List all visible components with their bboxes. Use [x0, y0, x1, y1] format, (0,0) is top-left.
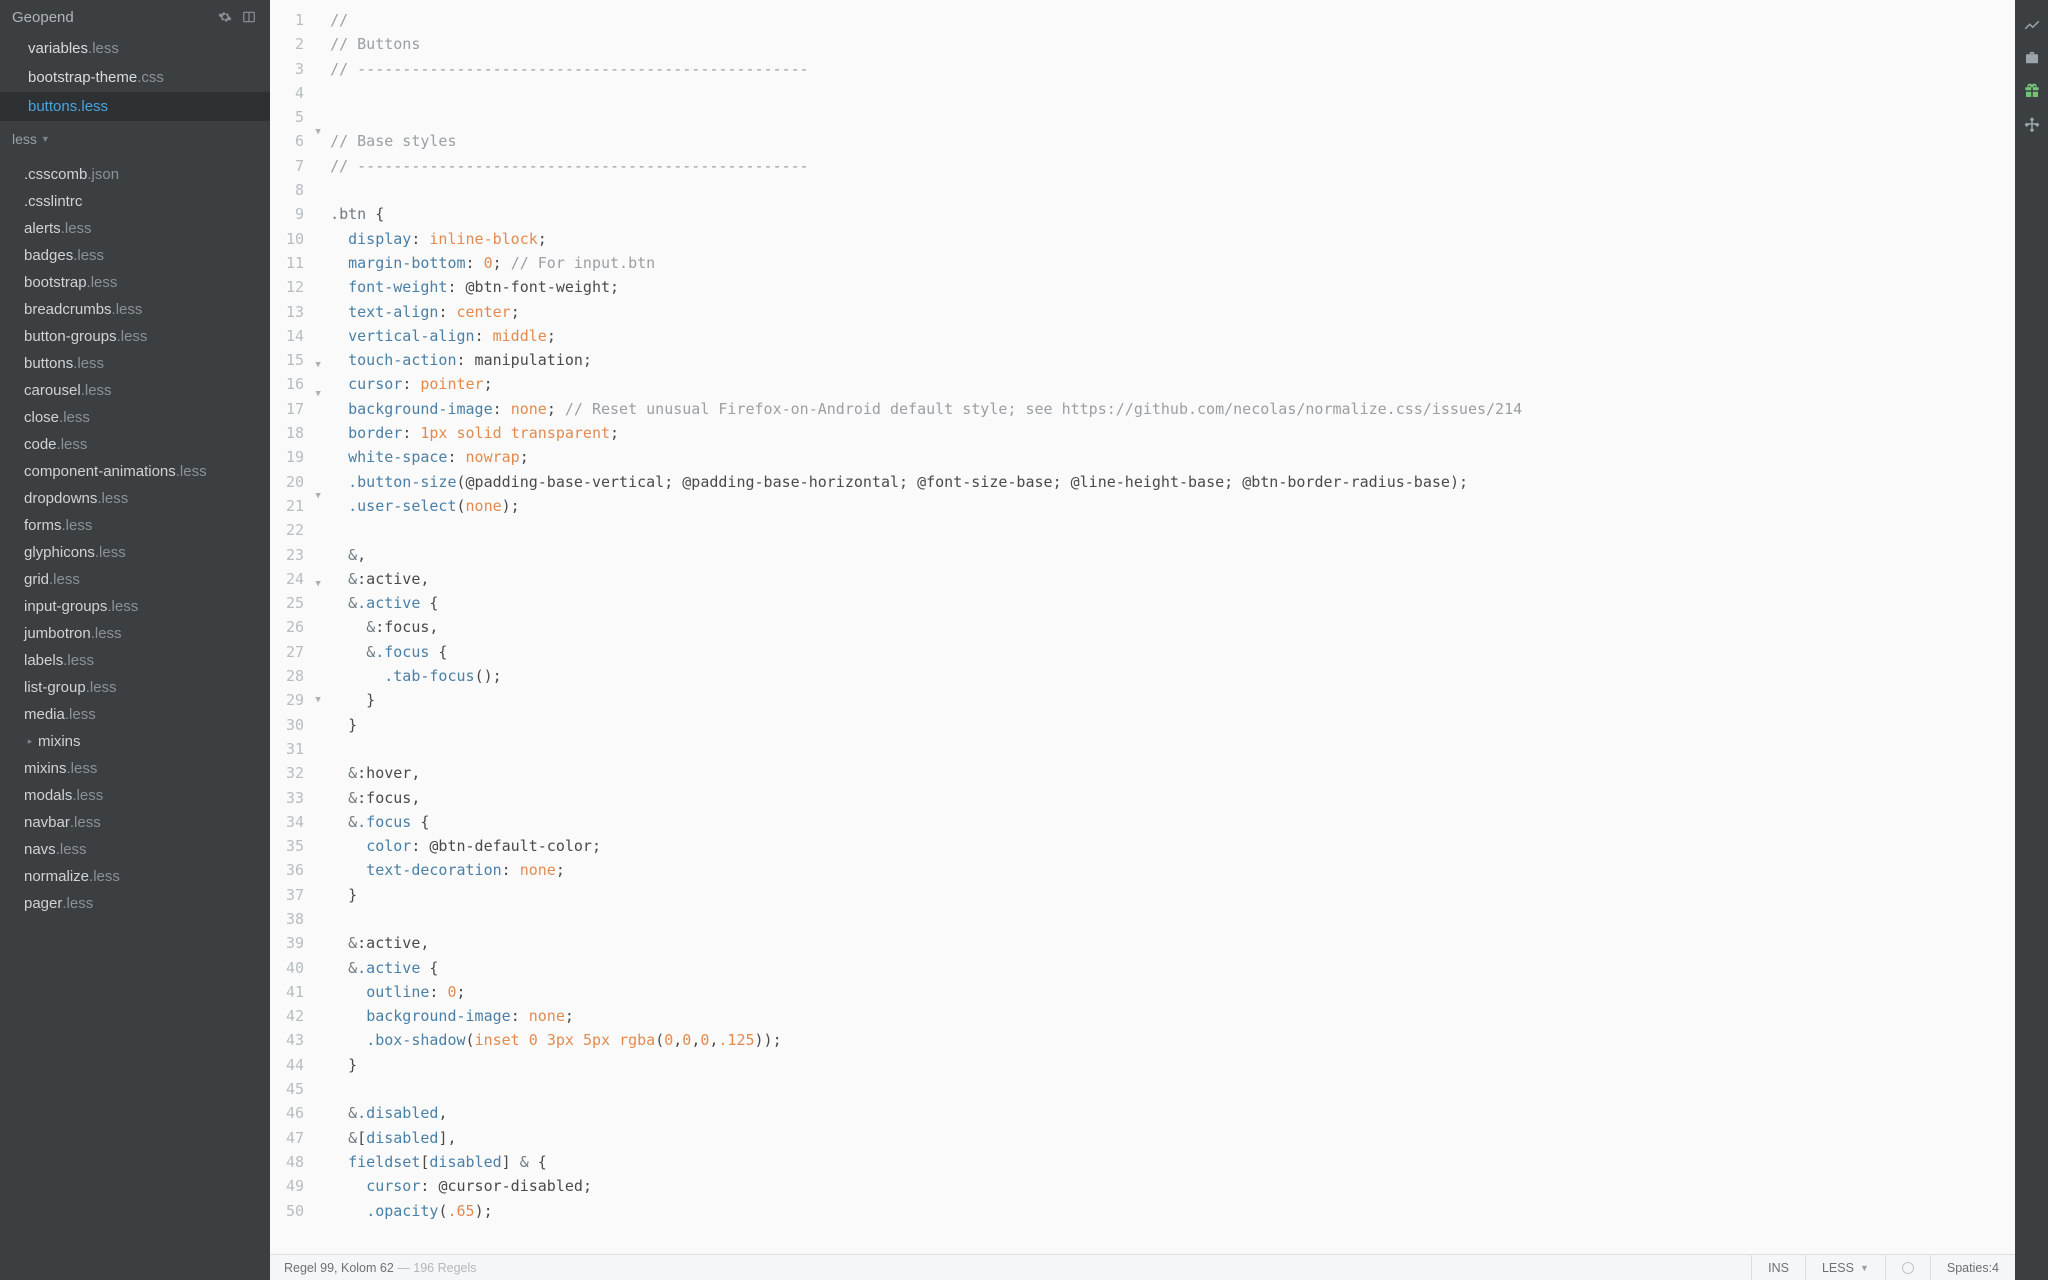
sb-col: 62	[380, 1261, 394, 1275]
status-bar: Regel 99, Kolom 62 — 196 Regels INS LESS…	[270, 1254, 2015, 1280]
fold-toggle-icon[interactable]: ▼	[312, 693, 324, 708]
status-circle-icon	[1902, 1262, 1914, 1274]
fold-toggle-icon[interactable]: ▼	[312, 358, 324, 373]
tree-file[interactable]: grid.less	[0, 566, 270, 593]
tree-file[interactable]: mixins.less	[0, 755, 270, 782]
open-file-item[interactable]: variables.less	[0, 34, 270, 63]
tree-file[interactable]: glyphicons.less	[0, 539, 270, 566]
tree-file[interactable]: bootstrap.less	[0, 269, 270, 296]
sb-spaces-value: 4	[1992, 1261, 1999, 1275]
tree-file[interactable]: component-animations.less	[0, 458, 270, 485]
tree-file[interactable]: badges.less	[0, 242, 270, 269]
sb-line: 99	[320, 1261, 334, 1275]
gear-icon[interactable]	[216, 8, 234, 26]
sb-text: , Kolom	[334, 1261, 380, 1275]
open-files-title: Geopend	[12, 9, 210, 26]
insert-mode-toggle[interactable]: INS	[1751, 1255, 1805, 1280]
tree-file[interactable]: alerts.less	[0, 215, 270, 242]
tree-file[interactable]: code.less	[0, 431, 270, 458]
tree-file[interactable]: pager.less	[0, 890, 270, 917]
status-indicator[interactable]	[1885, 1255, 1930, 1280]
code-editor[interactable]: 1234567891011121314151617181920212223242…	[270, 0, 2015, 1254]
extension-rail	[2015, 0, 2048, 1280]
editor-pane: 1234567891011121314151617181920212223242…	[270, 0, 2015, 1280]
tree-folder[interactable]: ▸mixins	[0, 728, 270, 755]
tree-file[interactable]: close.less	[0, 404, 270, 431]
chart-line-icon[interactable]	[2015, 8, 2048, 41]
tree-file[interactable]: modals.less	[0, 782, 270, 809]
tree-file[interactable]: navs.less	[0, 836, 270, 863]
sb-text: —	[394, 1261, 413, 1275]
tree-file[interactable]: button-groups.less	[0, 323, 270, 350]
tree-file[interactable]: carousel.less	[0, 377, 270, 404]
fold-gutter: ▼ ▼ ▼ ▼ ▼ ▼	[310, 0, 326, 1254]
tree-file[interactable]: .csscomb.json	[0, 161, 270, 188]
folder-header[interactable]: less ▼	[0, 121, 270, 157]
tree-file[interactable]: dropdowns.less	[0, 485, 270, 512]
fold-toggle-icon[interactable]: ▼	[312, 577, 324, 592]
code-content[interactable]: //// Buttons// -------------------------…	[326, 0, 2015, 1254]
open-files-header: Geopend	[0, 0, 270, 34]
tree-file[interactable]: input-groups.less	[0, 593, 270, 620]
tree-file[interactable]: media.less	[0, 701, 270, 728]
open-file-item[interactable]: buttons.less	[0, 92, 270, 121]
open-file-item[interactable]: bootstrap-theme.css	[0, 63, 270, 92]
fold-toggle-icon[interactable]: ▼	[312, 125, 324, 140]
sb-lang-label: LESS	[1822, 1261, 1854, 1275]
plugin-icon[interactable]	[2015, 107, 2048, 140]
chevron-down-icon: ▼	[1860, 1263, 1869, 1273]
folder-name: less	[12, 131, 37, 147]
sb-spaces-label: Spaties:	[1947, 1261, 1992, 1275]
sb-ins-label: INS	[1768, 1261, 1789, 1275]
chevron-right-icon: ▸	[24, 736, 36, 747]
line-numbers: 1234567891011121314151617181920212223242…	[270, 0, 310, 1254]
editor-gutters: 1234567891011121314151617181920212223242…	[270, 0, 326, 1254]
fold-toggle-icon[interactable]: ▼	[312, 489, 324, 504]
tree-file[interactable]: normalize.less	[0, 863, 270, 890]
cursor-position[interactable]: Regel 99, Kolom 62 — 196 Regels	[270, 1261, 1751, 1275]
tree-file[interactable]: buttons.less	[0, 350, 270, 377]
language-selector[interactable]: LESS ▼	[1805, 1255, 1885, 1280]
briefcase-icon[interactable]	[2015, 41, 2048, 74]
file-tree: .csscomb.json.csslintrcalerts.lessbadges…	[0, 161, 270, 1280]
gift-icon[interactable]	[2015, 74, 2048, 107]
chevron-down-icon: ▼	[41, 134, 50, 144]
tree-file[interactable]: jumbotron.less	[0, 620, 270, 647]
sb-total: 196 Regels	[413, 1261, 476, 1275]
open-files-list: variables.lessbootstrap-theme.cssbuttons…	[0, 34, 270, 121]
indentation-selector[interactable]: Spaties: 4	[1930, 1255, 2015, 1280]
tree-file[interactable]: navbar.less	[0, 809, 270, 836]
tree-file[interactable]: list-group.less	[0, 674, 270, 701]
tree-file[interactable]: .csslintrc	[0, 188, 270, 215]
tree-file[interactable]: breadcrumbs.less	[0, 296, 270, 323]
fold-toggle-icon[interactable]: ▼	[312, 387, 324, 402]
sb-text: Regel	[284, 1261, 320, 1275]
sidebar: Geopend variables.lessbootstrap-theme.cs…	[0, 0, 270, 1280]
tree-file[interactable]: forms.less	[0, 512, 270, 539]
tree-file[interactable]: labels.less	[0, 647, 270, 674]
split-view-icon[interactable]	[240, 8, 258, 26]
